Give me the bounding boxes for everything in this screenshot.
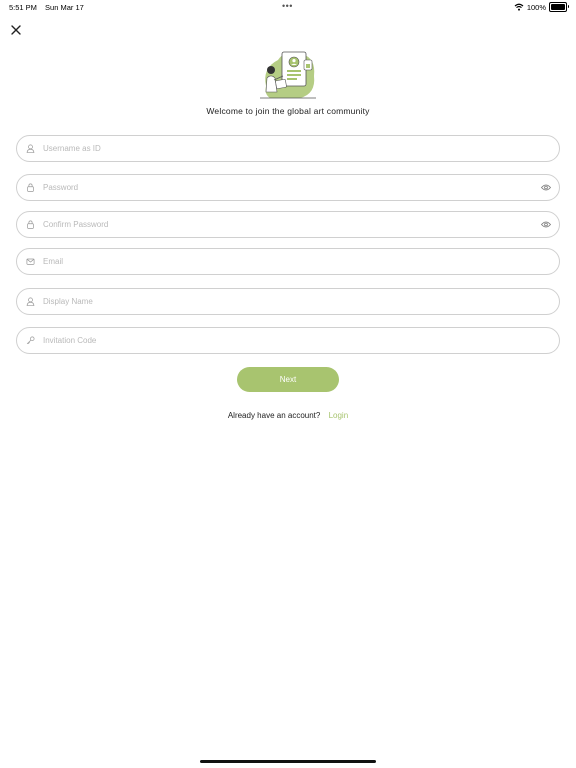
home-indicator[interactable] [200, 760, 376, 763]
eye-icon[interactable] [541, 220, 551, 229]
display-name-input[interactable] [43, 289, 523, 314]
display-name-field[interactable] [16, 288, 560, 315]
status-time: 5:51 PM [9, 3, 37, 12]
welcome-text: Welcome to join the global art community [206, 106, 370, 116]
eye-icon[interactable] [541, 183, 551, 192]
email-input[interactable] [43, 249, 523, 274]
key-icon [26, 336, 35, 345]
password-input[interactable] [43, 175, 523, 200]
multitask-dots[interactable]: ••• [282, 1, 293, 11]
status-bar: 5:51 PM Sun Mar 17 ••• 100% [0, 0, 576, 14]
lock-icon [27, 220, 34, 229]
login-prompt-text: Already have an account? [227, 411, 321, 420]
wifi-icon [514, 3, 524, 11]
invitation-code-field[interactable] [16, 327, 560, 354]
invitation-code-input[interactable] [43, 328, 523, 353]
email-field[interactable] [16, 248, 560, 275]
user-icon [26, 144, 35, 153]
username-field[interactable] [16, 135, 560, 162]
confirm-password-field[interactable] [16, 211, 560, 238]
login-link[interactable]: Login [329, 411, 349, 420]
close-icon [11, 25, 21, 35]
registration-illustration [260, 51, 316, 99]
next-button[interactable]: Next [237, 367, 339, 392]
mail-icon [26, 258, 35, 265]
status-right: 100% [514, 2, 569, 12]
lock-icon [27, 183, 34, 192]
username-input[interactable] [43, 136, 523, 161]
status-date: Sun Mar 17 [45, 3, 84, 12]
password-field[interactable] [16, 174, 560, 201]
status-time-date: 5:51 PM Sun Mar 17 [9, 3, 90, 12]
battery-percent: 100% [526, 2, 546, 12]
close-button[interactable] [8, 22, 24, 38]
user-icon [26, 297, 35, 306]
confirm-password-input[interactable] [43, 212, 523, 237]
login-prompt: Already have an account? Login [0, 411, 576, 420]
battery-icon [549, 2, 569, 12]
